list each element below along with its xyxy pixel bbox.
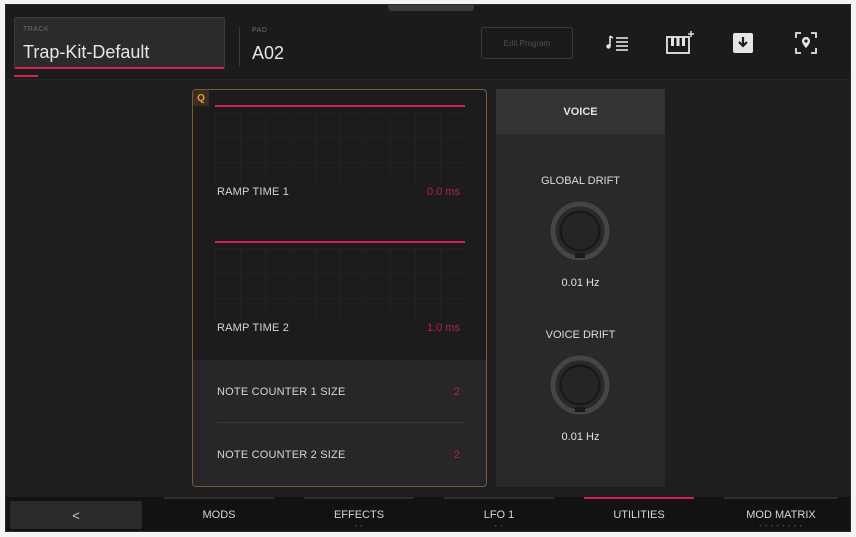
ramp-1-grid [215, 112, 465, 182]
note-counter-1-label: NOTE COUNTER 1 SIZE [217, 386, 346, 398]
voice-panel: VOICE GLOBAL DRIFT 0.01 Hz VOICE DRIFT 0… [496, 89, 665, 487]
screen: TRACK Trap-Kit-Default PAD A02 Edit Prog… [5, 4, 851, 532]
edit-program-button[interactable]: Edit Program [481, 27, 573, 59]
voice-drift-knob[interactable] [548, 353, 612, 417]
global-drift-value: 0.01 Hz [561, 277, 600, 289]
pad-value[interactable]: A02 [252, 43, 284, 64]
tab-mods[interactable]: MODS [154, 497, 284, 531]
voice-drift-value: 0.01 Hz [561, 431, 600, 443]
tab-label: EFFECTS [333, 509, 385, 521]
tab-indicator [164, 497, 274, 499]
header-bar: TRACK Trap-Kit-Default PAD A02 Edit Prog… [6, 5, 850, 80]
pad-caption: PAD [252, 27, 268, 34]
voice-drift-label: VOICE DRIFT [545, 329, 616, 341]
tab-label: MOD MATRIX [746, 509, 816, 521]
ramp-2-line[interactable] [215, 241, 465, 243]
tab-lfo-1[interactable]: LFO 1 • • [434, 497, 564, 531]
ramp-counter-panel: Q RAMP TIME 1 0.0 ms RAMP TIME 2 1.0 ms … [192, 89, 487, 487]
keyboard-add-icon[interactable] [665, 29, 695, 57]
ramp-time-2-value[interactable]: 1.0 ms [427, 322, 460, 334]
voice-panel-title: VOICE [496, 89, 665, 134]
ramp-2-grid [215, 248, 465, 318]
tab-page-dots: • • [354, 524, 364, 530]
tab-mod-matrix[interactable]: MOD MATRIX • • • • • • • • [714, 497, 848, 531]
note-counter-2-value[interactable]: 2 [454, 449, 460, 461]
tab-indicator-active [584, 497, 694, 499]
tab-indicator [444, 497, 554, 499]
tab-label: LFO 1 [483, 509, 515, 521]
back-button[interactable]: < [10, 501, 142, 529]
top-handle[interactable] [388, 5, 474, 11]
ramp-time-2-label: RAMP TIME 2 [217, 322, 290, 334]
global-drift-label: GLOBAL DRIFT [540, 175, 621, 187]
download-icon[interactable] [728, 29, 758, 57]
note-counter-section: NOTE COUNTER 1 SIZE 2 NOTE COUNTER 2 SIZ… [193, 360, 486, 486]
note-list-icon[interactable] [602, 29, 632, 57]
global-drift-knob[interactable] [548, 199, 612, 263]
track-field[interactable]: TRACK Trap-Kit-Default [14, 17, 225, 69]
tab-page-dots: • • [494, 524, 504, 530]
ramp-1-line[interactable] [215, 105, 465, 107]
tab-indicator [304, 497, 414, 499]
tab-label: MODS [202, 509, 236, 521]
bottom-tab-bar: < MODS EFFECTS • • LFO 1 • • UTILITIES M… [6, 497, 850, 531]
track-marker [14, 75, 38, 77]
tab-utilities[interactable]: UTILITIES [574, 497, 704, 531]
divider [217, 422, 464, 423]
q-badge: Q [193, 90, 209, 106]
location-pin-icon[interactable] [791, 29, 821, 57]
note-counter-2-label: NOTE COUNTER 2 SIZE [217, 449, 346, 461]
tab-page-dots: • • • • • • • • [759, 524, 803, 530]
pad-divider [239, 27, 240, 67]
ramp-time-1-value[interactable]: 0.0 ms [427, 186, 460, 198]
tab-label: UTILITIES [613, 509, 665, 521]
ramp-time-1-label: RAMP TIME 1 [217, 186, 290, 198]
note-counter-1-value[interactable]: 2 [454, 386, 460, 398]
tab-indicator [724, 497, 838, 499]
track-value: Trap-Kit-Default [23, 42, 150, 62]
tab-effects[interactable]: EFFECTS • • [294, 497, 424, 531]
track-caption: TRACK [23, 26, 50, 33]
